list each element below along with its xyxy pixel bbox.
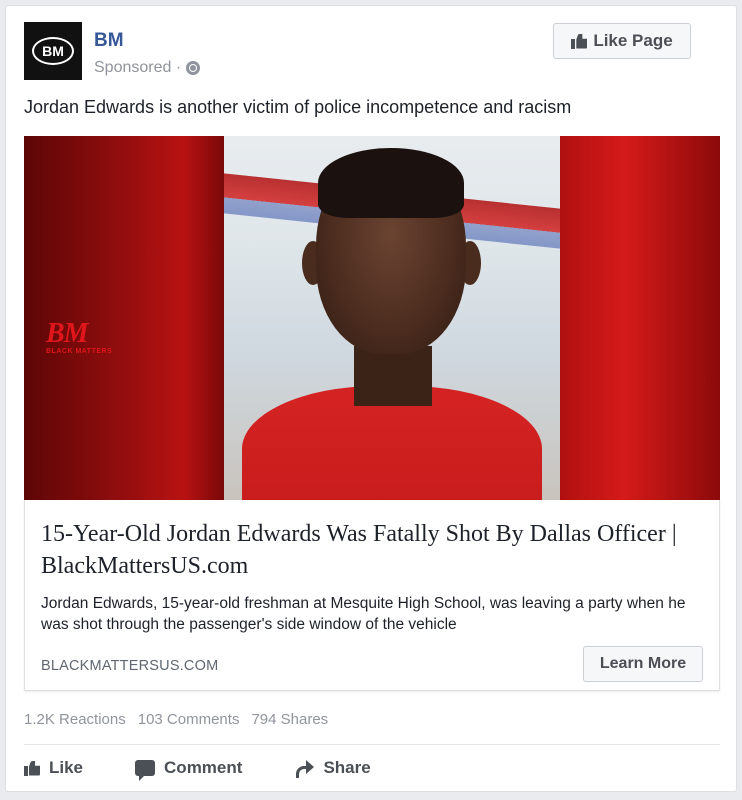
like-page-label: Like Page	[593, 31, 673, 50]
link-preview[interactable]: 15-Year-Old Jordan Edwards Was Fatally S…	[24, 500, 720, 691]
globe-icon	[186, 61, 201, 75]
post-meta: Sponsored ·	[94, 59, 201, 77]
post-text: Jordan Edwards is another victim of poli…	[24, 97, 572, 117]
comments-count[interactable]: 103 Comments	[138, 711, 240, 728]
thumbs-up-icon	[24, 761, 40, 776]
link-domain: BLACKMATTERSUS.COM	[41, 658, 219, 674]
like-label: Like	[49, 758, 84, 777]
sponsored-post-card: BM BM Sponsored · Like Page Jordan Edwar…	[5, 5, 737, 792]
page-name-link[interactable]: BM	[94, 30, 124, 52]
post-image[interactable]: BM BLACK MATTERS	[24, 136, 720, 500]
hair	[318, 148, 464, 218]
link-description: Jordan Edwards, 15-year-old freshman at …	[41, 595, 686, 633]
page-avatar[interactable]: BM	[24, 22, 82, 80]
neck	[354, 346, 432, 406]
comment-button[interactable]: Comment	[135, 756, 243, 781]
action-bar: Like Comment Share	[24, 756, 423, 781]
logo-main-text: BM	[46, 318, 89, 349]
share-button[interactable]: Share	[294, 756, 371, 780]
share-icon	[294, 760, 315, 778]
comment-icon	[135, 760, 156, 781]
black-matters-logo: BM BLACK MATTERS	[46, 318, 113, 356]
like-page-button[interactable]: Like Page	[553, 23, 691, 59]
engagement-stats: 1.2K Reactions 103 Comments 794 Shares	[24, 711, 328, 728]
share-label: Share	[323, 758, 371, 777]
like-button[interactable]: Like	[24, 756, 83, 780]
learn-more-button[interactable]: Learn More	[583, 646, 703, 682]
comment-label: Comment	[164, 758, 243, 777]
shares-count[interactable]: 794 Shares	[251, 711, 328, 728]
image-right-panel	[560, 136, 720, 500]
reactions-count[interactable]: 1.2K Reactions	[24, 711, 126, 728]
sponsored-label[interactable]: Sponsored ·	[94, 59, 181, 77]
link-title[interactable]: 15-Year-Old Jordan Edwards Was Fatally S…	[41, 518, 706, 582]
portrait-photo	[224, 136, 560, 500]
image-left-panel: BM BLACK MATTERS	[24, 136, 224, 500]
avatar-logo: BM	[32, 37, 74, 65]
divider	[24, 744, 720, 745]
thumbs-up-icon	[571, 34, 587, 49]
logo-sub-text: BLACK MATTERS	[46, 348, 113, 355]
